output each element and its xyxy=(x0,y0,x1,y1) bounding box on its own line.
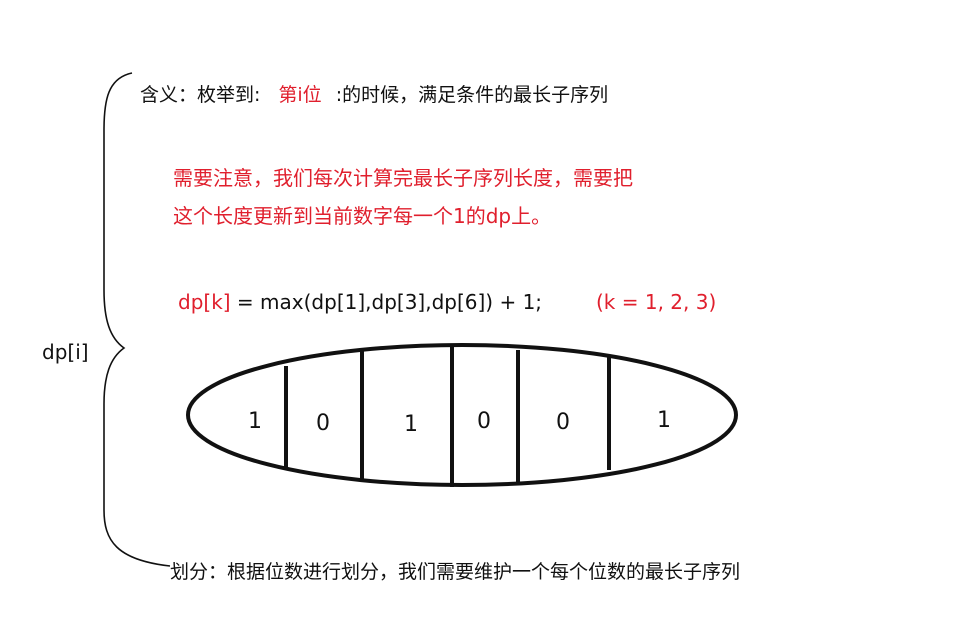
formula: dp[k] = max(dp[1],dp[3],dp[6]) + 1; xyxy=(178,292,542,312)
bit-cell: 1 xyxy=(657,408,671,433)
meaning-line: 含义：枚举到: 第i位 :的时候，满足条件的最长子序列 xyxy=(140,86,608,105)
bit-cell: 1 xyxy=(248,409,262,434)
formula-rhs: = max(dp[1],dp[3],dp[6]) + 1; xyxy=(230,290,543,314)
formula-lhs: dp[k] xyxy=(178,290,231,314)
bit-cell: 0 xyxy=(477,409,491,434)
bit-cell: 1 xyxy=(404,412,418,437)
meaning-prefix: 含义：枚举到: xyxy=(140,84,261,106)
division-line: 划分：根据位数进行划分，我们需要维护一个每个位数的最长子序列 xyxy=(170,561,741,583)
formula-k-values: (k = 1, 2, 3) xyxy=(596,290,717,314)
meaning-highlight: 第i位 xyxy=(278,84,322,106)
meaning-suffix: :的时候，满足条件的最长子序列 xyxy=(335,84,609,106)
curly-brace xyxy=(103,72,171,567)
bit-ellipse xyxy=(186,343,738,487)
bit-cell: 0 xyxy=(316,411,330,436)
dp-label: dp[i] xyxy=(42,340,89,364)
note-line-2: 这个长度更新到当前数字每一个1的dp上。 xyxy=(173,204,552,228)
note-line-1: 需要注意，我们每次计算完最长子序列长度，需要把 xyxy=(173,166,633,190)
bit-cell: 0 xyxy=(556,410,570,435)
